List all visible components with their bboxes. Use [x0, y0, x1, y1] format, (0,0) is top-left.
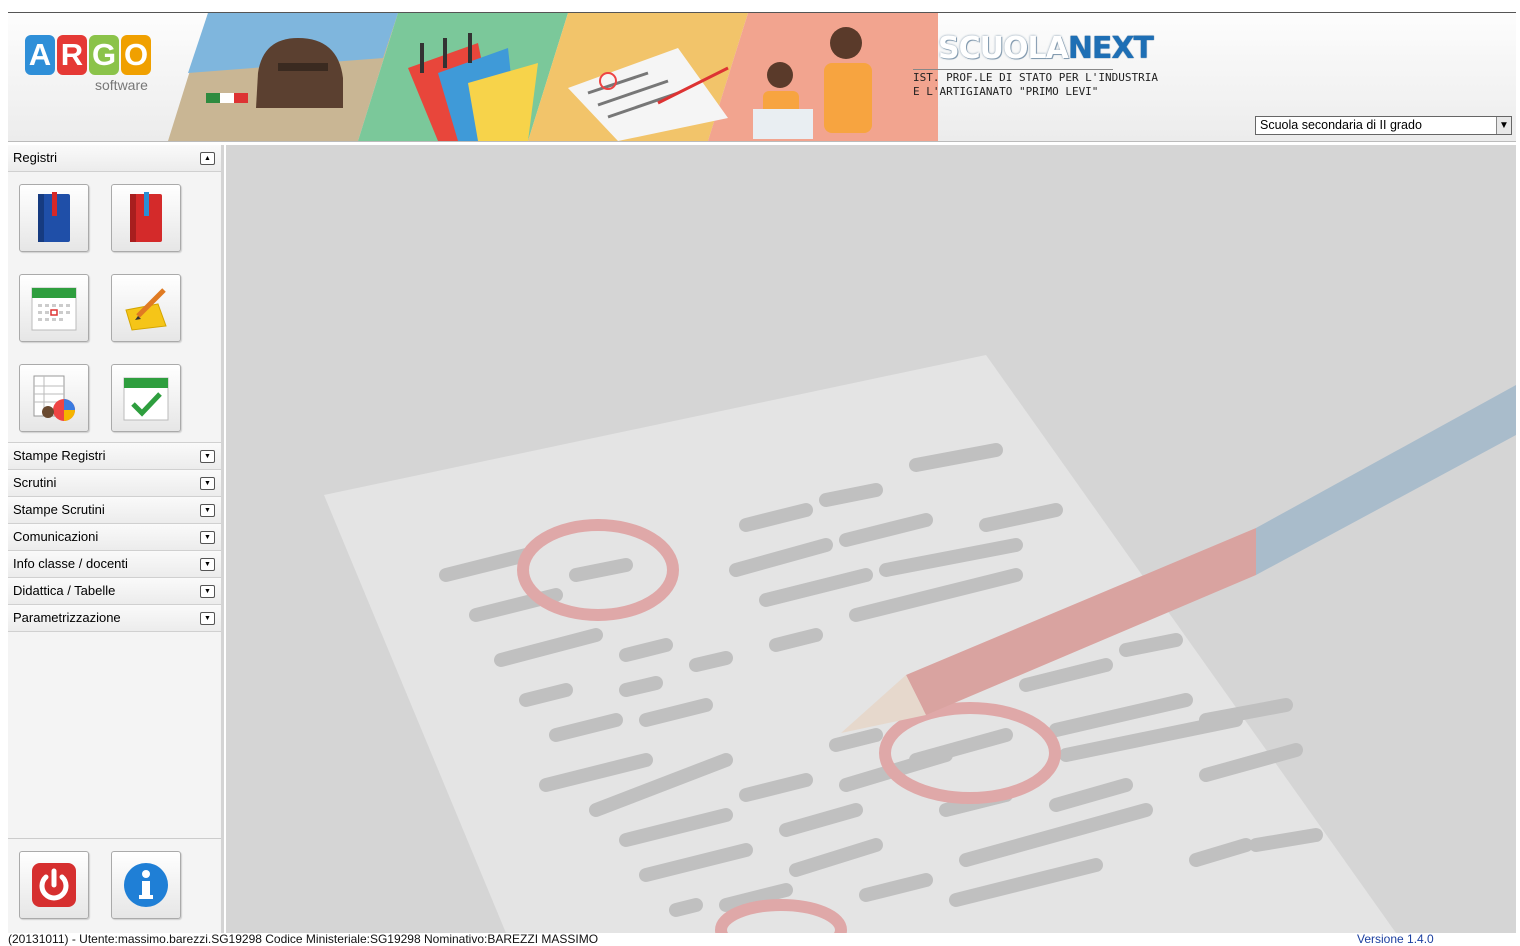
power-icon	[32, 863, 76, 907]
registro-docente-button[interactable]	[19, 184, 89, 252]
expand-down-icon[interactable]: ▼	[200, 531, 215, 544]
section-label: Scrutini	[13, 475, 57, 490]
calendar-icon	[31, 287, 77, 331]
logout-button[interactable]	[19, 851, 89, 919]
school-name: IST. PROF.LE DI STATO PER L'INDUSTRIA E …	[913, 71, 1159, 98]
report-button[interactable]	[19, 364, 89, 432]
expand-down-icon[interactable]: ▼	[200, 585, 215, 598]
blue-register-icon	[38, 192, 70, 242]
section-label: Comunicazioni	[13, 529, 99, 544]
info-icon	[124, 863, 168, 907]
calendar-button[interactable]	[19, 274, 89, 342]
section-label: Didattica / Tabelle	[13, 583, 116, 598]
logo-letter-a: A	[25, 35, 55, 75]
header-banner-image	[168, 13, 938, 141]
expand-down-icon[interactable]: ▼	[200, 504, 215, 517]
version-link[interactable]: Versione 1.4.0	[1357, 933, 1434, 945]
app-header: A R G O software SCUOLANEXT IST. PROF.LE…	[8, 12, 1516, 142]
registri-panel	[8, 172, 221, 443]
divider	[913, 69, 1113, 70]
logo-subtitle: software	[95, 77, 148, 93]
expand-down-icon[interactable]: ▼	[200, 477, 215, 490]
notes-pencil-icon	[125, 288, 167, 331]
expand-down-icon[interactable]: ▼	[200, 450, 215, 463]
red-register-icon	[130, 192, 162, 242]
attendance-button[interactable]	[111, 364, 181, 432]
argo-logo: A R G O software	[25, 35, 155, 95]
section-comunicazioni[interactable]: Comunicazioni ▼	[8, 524, 221, 551]
school-type-select[interactable]: Scuola secondaria di II grado ▼	[1255, 116, 1512, 135]
expand-down-icon[interactable]: ▼	[200, 558, 215, 571]
section-stampe-scrutini[interactable]: Stampe Scrutini ▼	[8, 497, 221, 524]
section-label: Registri	[13, 150, 58, 165]
section-info-classe-docenti[interactable]: Info classe / docenti ▼	[8, 551, 221, 578]
status-bar: (20131011) - Utente:massimo.barezzi.SG19…	[0, 933, 1520, 945]
scuolanext-logo: SCUOLANEXT	[938, 31, 1154, 66]
section-scrutini[interactable]: Scrutini ▼	[8, 470, 221, 497]
school-type-selected-value: Scuola secondaria di II grado	[1260, 118, 1422, 132]
collapse-up-icon[interactable]: ▲	[200, 152, 215, 165]
section-label: Info classe / docenti	[13, 556, 128, 571]
product-name-part1: SCUOLA	[938, 31, 1069, 66]
section-didattica-tabelle[interactable]: Didattica / Tabelle ▼	[8, 578, 221, 605]
section-label: Stampe Scrutini	[13, 502, 105, 517]
user-status-text: (20131011) - Utente:massimo.barezzi.SG19…	[8, 932, 599, 946]
watermark-background-image	[324, 355, 1516, 933]
section-label: Parametrizzazione	[13, 610, 121, 625]
calendar-check-icon	[123, 377, 169, 421]
main-content-area	[226, 145, 1516, 933]
section-label: Stampe Registri	[13, 448, 106, 463]
chevron-down-icon[interactable]: ▼	[1496, 117, 1511, 134]
report-chart-icon	[33, 375, 75, 421]
sidebar: Registri ▲ Stampe Registri ▼ Scrutini ▼ …	[8, 145, 224, 933]
sidebar-bottom-panel	[8, 838, 221, 934]
logo-letter-o: O	[121, 35, 151, 75]
expand-down-icon[interactable]: ▼	[200, 612, 215, 625]
logo-letter-g: G	[89, 35, 119, 75]
info-button[interactable]	[111, 851, 181, 919]
product-name-part2: NEXT	[1067, 31, 1154, 66]
section-stampe-registri[interactable]: Stampe Registri ▼	[8, 443, 221, 470]
registro-classe-button[interactable]	[111, 184, 181, 252]
notes-button[interactable]	[111, 274, 181, 342]
logo-letter-r: R	[57, 35, 87, 75]
section-registri[interactable]: Registri ▲	[8, 145, 221, 172]
section-parametrizzazione[interactable]: Parametrizzazione ▼	[8, 605, 221, 632]
